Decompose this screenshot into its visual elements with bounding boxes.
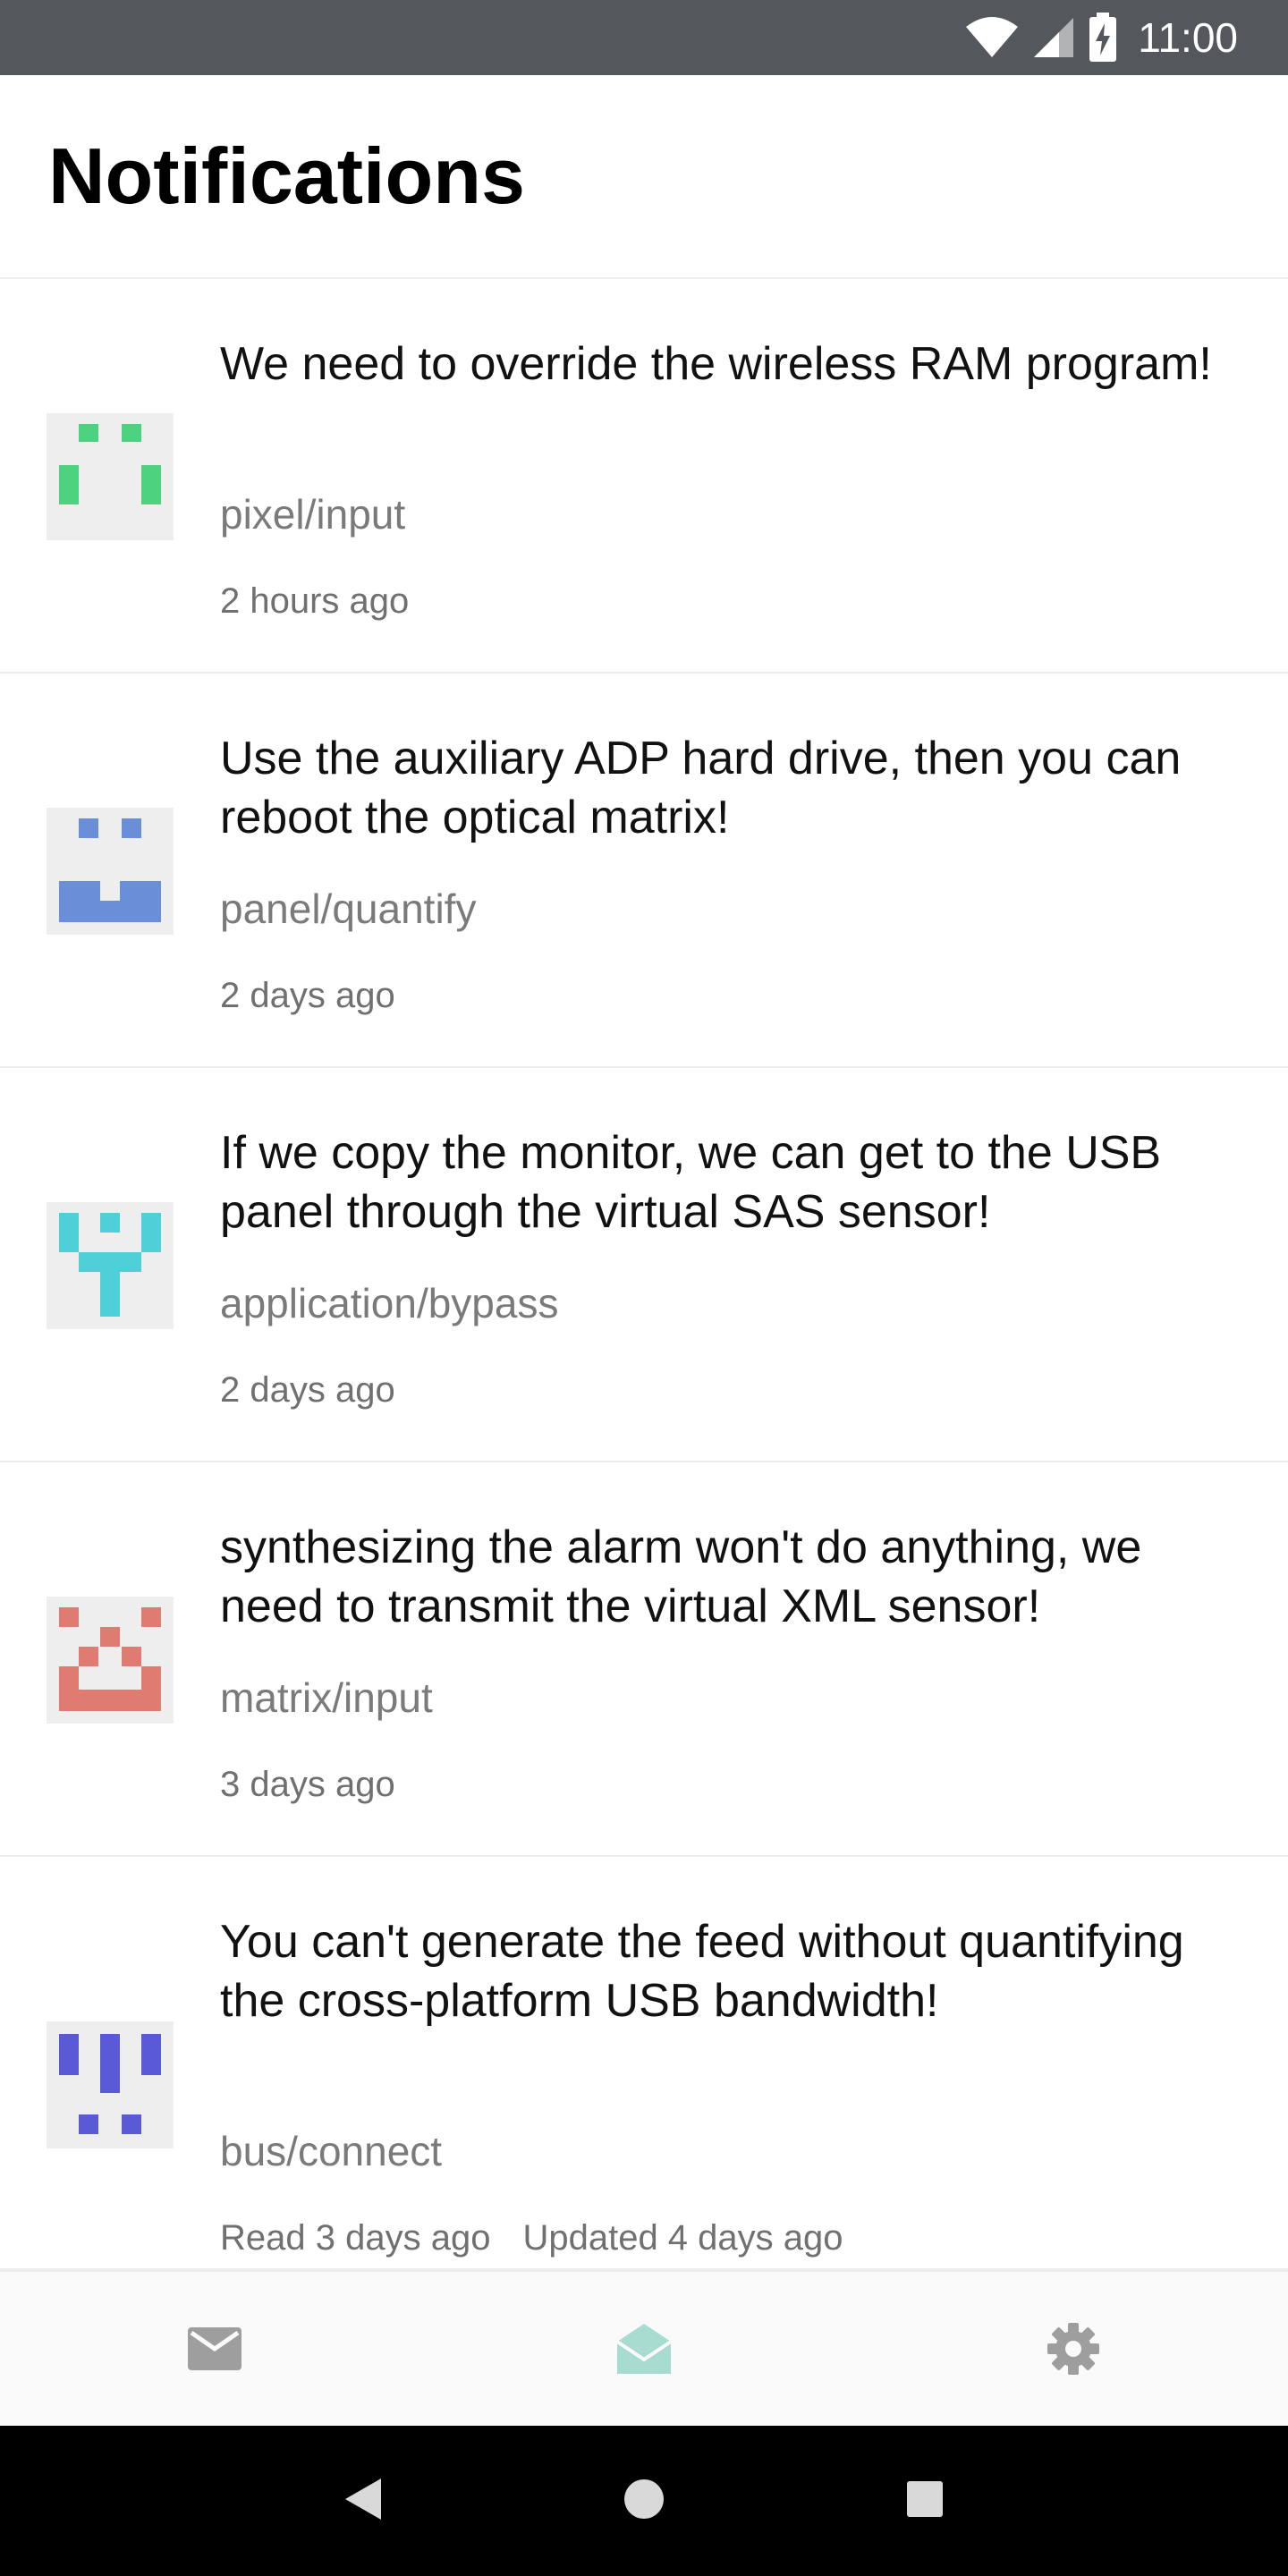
avatar bbox=[47, 1597, 174, 1724]
list-item[interactable]: You can't generate the feed without quan… bbox=[0, 1857, 1288, 2270]
home-button[interactable] bbox=[623, 2478, 665, 2525]
recents-button[interactable] bbox=[905, 2479, 945, 2523]
notification-message: Use the auxiliary ADP hard drive, then y… bbox=[220, 733, 1182, 843]
settings-icon bbox=[1047, 2323, 1099, 2375]
notification-topic: matrix/input bbox=[220, 1674, 433, 1721]
mail-open-icon bbox=[615, 2324, 673, 2374]
page-title: Notifications bbox=[48, 131, 525, 220]
avatar bbox=[47, 808, 174, 935]
nav-inbox-button[interactable] bbox=[0, 2272, 429, 2426]
avatar bbox=[47, 413, 174, 540]
notification-topic: panel/quantify bbox=[220, 886, 477, 932]
list-item[interactable]: We need to override the wireless RAM pro… bbox=[0, 279, 1288, 674]
wifi-icon bbox=[964, 16, 1020, 59]
header: Notifications bbox=[0, 75, 1288, 279]
battery-charging-icon bbox=[1088, 13, 1118, 63]
recents-icon bbox=[907, 2480, 943, 2517]
notification-time: Read 3 days ago Updated 4 days ago bbox=[220, 2218, 843, 2258]
avatar bbox=[47, 1202, 174, 1329]
list-item[interactable]: If we copy the monitor, we can get to th… bbox=[0, 1068, 1288, 1462]
mail-icon bbox=[188, 2327, 242, 2370]
notification-time: 2 days ago bbox=[220, 1370, 395, 1410]
nav-read-button[interactable] bbox=[429, 2272, 859, 2426]
notification-time: 2 hours ago bbox=[220, 581, 410, 621]
notification-topic: pixel/input bbox=[220, 491, 406, 538]
notification-topic: bus/connect bbox=[220, 2128, 443, 2174]
notification-message: We need to override the wireless RAM pro… bbox=[220, 338, 1212, 390]
notification-updated-time: Updated 4 days ago bbox=[522, 2218, 843, 2258]
home-icon bbox=[624, 2479, 664, 2519]
notification-topic: application/bypass bbox=[220, 1280, 559, 1326]
notification-time: 3 days ago bbox=[220, 1765, 395, 1804]
back-button[interactable] bbox=[343, 2477, 383, 2526]
notification-message: If we copy the monitor, we can get to th… bbox=[220, 1127, 1162, 1238]
list-item[interactable]: Use the auxiliary ADP hard drive, then y… bbox=[0, 674, 1288, 1068]
back-icon bbox=[345, 2478, 381, 2520]
notification-message: You can't generate the feed without quan… bbox=[220, 1916, 1184, 2027]
notification-message: synthesizing the alarm won't do anything… bbox=[220, 1521, 1142, 1632]
notification-time: 2 days ago bbox=[220, 976, 395, 1015]
list-item[interactable]: synthesizing the alarm won't do anything… bbox=[0, 1462, 1288, 1857]
bottom-nav bbox=[0, 2270, 1288, 2426]
status-time: 11:00 bbox=[1138, 14, 1238, 61]
signal-icon bbox=[1032, 16, 1075, 59]
system-nav bbox=[0, 2426, 1288, 2576]
status-bar: 11:00 bbox=[0, 0, 1288, 75]
avatar bbox=[47, 2021, 174, 2148]
notification-list: We need to override the wireless RAM pro… bbox=[0, 279, 1288, 2270]
nav-settings-button[interactable] bbox=[859, 2272, 1288, 2426]
notification-read-time: Read 3 days ago bbox=[220, 2218, 491, 2258]
